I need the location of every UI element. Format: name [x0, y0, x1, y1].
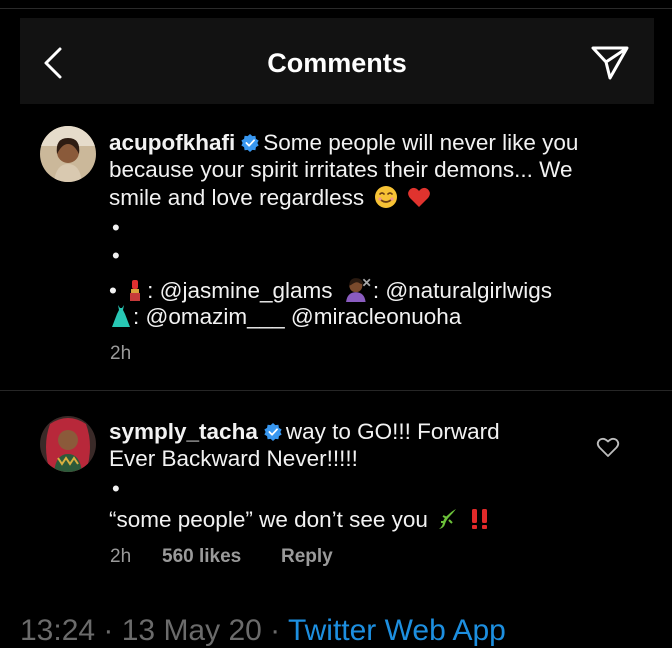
caption-text-2: because your spirit irritates their demo… [109, 157, 573, 182]
post-author-avatar[interactable] [40, 126, 96, 182]
smile-emoji [375, 186, 398, 208]
bullet-dot: • [109, 278, 124, 303]
heart-emoji [407, 187, 430, 207]
verified-badge-icon [241, 134, 259, 152]
divider [0, 390, 672, 391]
post-author-username[interactable]: acupofkhafi [109, 130, 235, 155]
double-exclamation-emoji [472, 509, 488, 529]
credit-wig[interactable]: : @naturalgirlwigs [373, 278, 552, 303]
post-caption-line1: acupofkhafi Some people will never like y… [109, 129, 578, 156]
credit-dress[interactable]: : @omazim___ @miracleonuoha [133, 304, 461, 329]
credits-line2: : @omazim___ @miracleonuoha [109, 303, 461, 330]
likes-count: 560 likes [162, 546, 242, 567]
post-caption-line3: smile and love regardless [109, 184, 431, 211]
tweet-footer: 13:24 · 13 May 20 · Twitter Web App [20, 614, 506, 648]
reply-button[interactable]: Reply [281, 546, 333, 568]
woman-getting-haircut-emoji [345, 278, 371, 302]
comment-line1: symply_tacha way to GO!!! Forward [109, 418, 500, 445]
commenter-avatar[interactable] [40, 416, 96, 472]
reply-label: Reply [281, 546, 333, 567]
verified-badge-icon [264, 423, 282, 441]
credit-lipstick[interactable]: : @jasmine_glams [147, 278, 332, 303]
post-timestamp: 2h [110, 343, 132, 364]
comment-line3: “some people” we don’t see you [109, 506, 492, 533]
dress-emoji [112, 305, 130, 327]
credits-line1: • : @jasmine_glams : @naturalgirlwigs [109, 276, 552, 304]
header-bar: Comments [20, 18, 654, 104]
comment-likes[interactable]: 560 likes [162, 546, 241, 568]
comment-text-1: way to GO!!! Forward [285, 419, 500, 444]
tweet-source-link[interactable]: Twitter Web App [288, 614, 506, 647]
caption-text-3: smile and love regardless [109, 185, 365, 210]
comment-text-2: Ever Backward Never!!!!! [109, 446, 358, 471]
commenter-username[interactable]: symply_tacha [109, 419, 258, 444]
top-border [0, 8, 672, 9]
page-title: Comments [267, 48, 407, 78]
heart-outline-icon[interactable] [596, 436, 620, 458]
comment-timestamp: 2h [110, 546, 132, 567]
bullet-dot: • [112, 476, 120, 501]
lizard-emoji [439, 509, 457, 529]
send-icon[interactable] [590, 42, 630, 82]
comment-text-3: “some people” we don’t see you [109, 507, 428, 532]
bullet-dot: • [112, 243, 120, 268]
caption-text-1: Some people will never like you [263, 130, 579, 155]
lipstick-emoji [130, 280, 141, 301]
bullet-dot: • [112, 215, 120, 240]
tweet-timestamp: 13:24 · 13 May 20 · [20, 614, 288, 647]
